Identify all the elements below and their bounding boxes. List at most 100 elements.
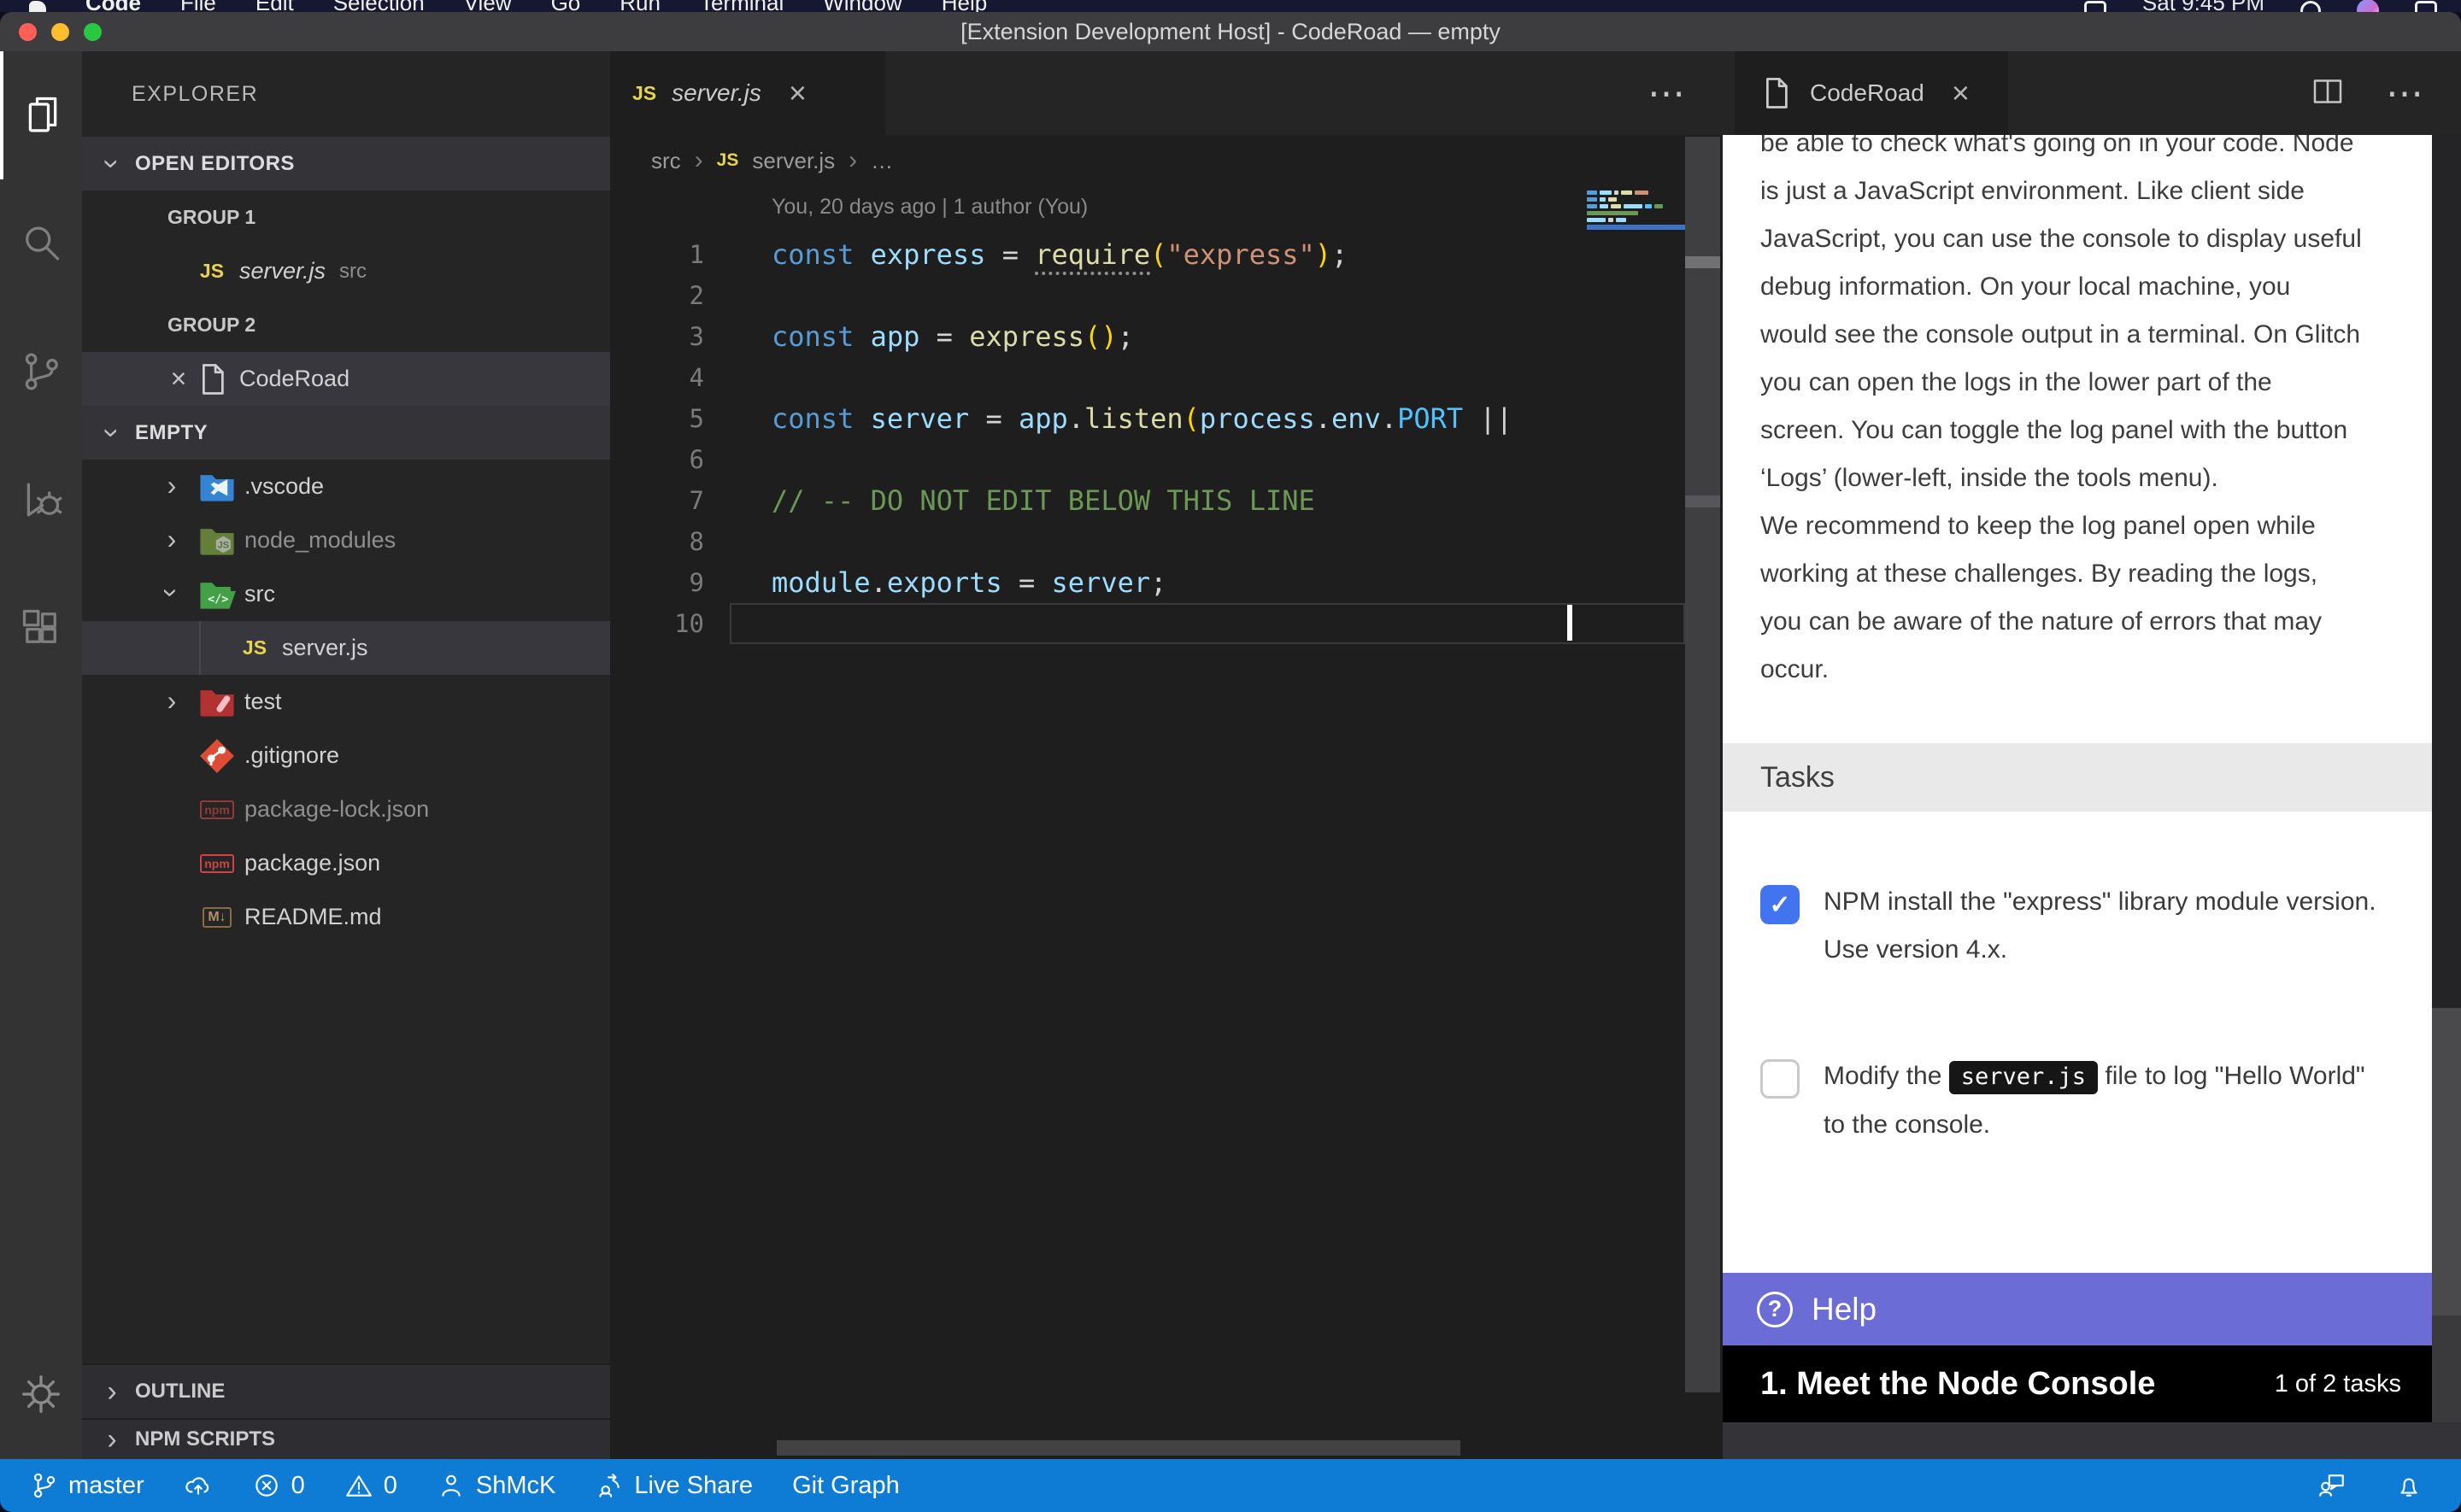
chevron-right-icon: › [101, 1380, 123, 1403]
menu-edit[interactable]: Edit [255, 0, 294, 12]
tree-item-node-modules[interactable]: ›JSnode_modules [82, 513, 610, 567]
help-bar[interactable]: ? Help [1723, 1273, 2432, 1345]
status-item-master[interactable]: master [29, 1471, 144, 1500]
section-outline[interactable]: ›OUTLINE [82, 1363, 610, 1418]
activity-explorer-icon[interactable] [0, 51, 82, 179]
control-center-icon[interactable] [2415, 1, 2437, 12]
scrollbar-thumb[interactable] [1685, 256, 1720, 268]
code-line-7[interactable]: 7// -- DO NOT EDIT BELOW THIS LINE [610, 480, 1723, 521]
tree-item-src[interactable]: ›</>src [82, 567, 610, 621]
file-name: .vscode [244, 473, 324, 500]
activity-run-debug-icon[interactable] [0, 436, 82, 564]
tree-item-package-json[interactable]: npmpackage.json [82, 836, 610, 890]
panel-bottom-strip [1723, 1422, 2461, 1459]
open-editor-item[interactable]: JSserver.jssrc [82, 244, 610, 298]
tree-item-test[interactable]: ›test [82, 675, 610, 729]
menu-go[interactable]: Go [551, 0, 581, 12]
task-checkbox[interactable]: ✓ [1760, 885, 1800, 924]
menu-selection[interactable]: Selection [333, 0, 425, 12]
task-item-2: Modify the server.js file to log "Hello … [1760, 1052, 2410, 1149]
tab-coderoad[interactable]: CodeRoad × [1735, 51, 2008, 135]
webview-scrollbar[interactable] [2432, 135, 2461, 1422]
menu-bar-right: Sat 9:45 PM [2084, 0, 2437, 12]
status-item-bell-icon[interactable] [2394, 1471, 2423, 1500]
webview-scrollbar-thumb[interactable] [2432, 1008, 2461, 1316]
activity-source-control-icon[interactable] [0, 308, 82, 436]
code-line-1[interactable]: 1const express = require("express"); [610, 234, 1723, 275]
open-editor-item[interactable]: ×CodeRoad [82, 352, 610, 406]
status-bar-right [2317, 1471, 2461, 1500]
tree-item--vscode[interactable]: ›.vscode [82, 460, 610, 513]
status-item-live-share[interactable]: Live Share [595, 1471, 753, 1500]
status-item-cloud-icon[interactable] [184, 1471, 213, 1500]
status-item-0[interactable]: 0 [344, 1471, 397, 1500]
breadcrumb-folder[interactable]: src [651, 148, 681, 174]
editor-scrollbar[interactable] [1685, 137, 1720, 1392]
file-name: README.md [244, 904, 382, 930]
code-line-4[interactable]: 4 [610, 357, 1723, 398]
horizontal-scrollbar-thumb[interactable] [777, 1440, 1460, 1456]
lesson-text-line: working at these challenges. By reading … [1760, 550, 2422, 598]
tab-label: CodeRoad [1810, 79, 1924, 107]
tree-item--gitignore[interactable]: .gitignore [82, 729, 610, 782]
status-bar-left: master 0 0 ShMcK Live Share Git Graph [0, 1471, 900, 1500]
menu-run[interactable]: Run [620, 0, 661, 12]
scrollbar-mark [1685, 495, 1720, 507]
tree-item-package-lock-json[interactable]: npmpackage-lock.json [82, 782, 610, 836]
line-number: 7 [610, 486, 704, 515]
status-item-git-graph[interactable]: Git Graph [792, 1472, 900, 1500]
editor-actions-icon[interactable]: ⋯ [2386, 72, 2423, 115]
coderoad-tab-bar: CodeRoad × ⋯ [1723, 51, 2461, 135]
breadcrumb-file[interactable]: server.js [752, 148, 835, 174]
open-editors-header[interactable]: › OPEN EDITORS [82, 137, 610, 190]
status-item-0[interactable]: 0 [252, 1471, 305, 1500]
activity-search-icon[interactable] [0, 179, 82, 308]
sidebar-title: EXPLORER [82, 51, 610, 137]
chevron-right-icon: › [695, 146, 703, 175]
status-tray-icon[interactable] [2084, 1, 2106, 12]
tree-item-readme-md[interactable]: M↓README.md [82, 890, 610, 944]
menu-file[interactable]: File [180, 0, 216, 12]
tasks-header: Tasks [1723, 743, 2432, 812]
task-checkbox[interactable] [1760, 1059, 1800, 1099]
siri-icon[interactable] [2357, 0, 2379, 12]
close-tab-icon[interactable]: × [789, 75, 807, 111]
js-file-icon: JS [632, 82, 656, 105]
menu-terminal[interactable]: Terminal [700, 0, 784, 12]
menu-view[interactable]: View [464, 0, 512, 12]
menu-code[interactable]: Code [85, 0, 141, 12]
lesson-footer[interactable]: 1. Meet the Node Console 1 of 2 tasks [1723, 1345, 2432, 1422]
activity-extensions-icon[interactable] [0, 564, 82, 692]
code-editor[interactable]: 1const express = require("express");23co… [610, 234, 1723, 644]
code-line-9[interactable]: 9module.exports = server; [610, 562, 1723, 603]
split-editor-icon[interactable] [2311, 74, 2345, 113]
lesson-text-line: you can be aware of the nature of errors… [1760, 598, 2422, 646]
close-tab-icon[interactable]: × [1952, 75, 1970, 111]
spotlight-icon[interactable] [2300, 1, 2321, 12]
lesson-text-line: debug information. On your local machine… [1760, 263, 2422, 311]
menu-window[interactable]: Window [823, 0, 902, 12]
minimap[interactable] [1587, 190, 1685, 230]
menu-help[interactable]: Help [942, 0, 987, 12]
apple-logo-icon[interactable] [29, 1, 46, 12]
breadcrumb-symbol[interactable]: … [871, 148, 893, 174]
tree-item-server-js[interactable]: JSserver.js [82, 621, 610, 675]
line-number: 9 [610, 568, 704, 597]
section-npm-scripts[interactable]: ›NPM SCRIPTS [82, 1418, 610, 1459]
editor-actions-icon[interactable]: ⋯ [1648, 72, 1685, 115]
status-item-shmck[interactable]: ShMcK [437, 1471, 555, 1500]
close-icon[interactable]: × [164, 363, 193, 395]
code-line-3[interactable]: 3const app = express(); [610, 316, 1723, 357]
breadcrumb[interactable]: src›JSserver.js›… [610, 135, 1723, 186]
status-item-feedback-icon[interactable] [2317, 1471, 2346, 1500]
svg-text:JS: JS [218, 541, 229, 551]
tab-server-js[interactable]: JS server.js × [610, 51, 885, 135]
folder-section-header[interactable]: › EMPTY [82, 406, 610, 460]
settings-gear-icon[interactable] [0, 1343, 82, 1445]
code-line-8[interactable]: 8 [610, 521, 1723, 562]
code-line-6[interactable]: 6 [610, 439, 1723, 480]
lesson-text-line: occur. [1760, 646, 2422, 694]
code-line-2[interactable]: 2 [610, 275, 1723, 316]
codelens-blame[interactable]: You, 20 days ago | 1 author (You) [772, 195, 1088, 220]
code-line-5[interactable]: 5const server = app.listen(process.env.P… [610, 398, 1723, 439]
